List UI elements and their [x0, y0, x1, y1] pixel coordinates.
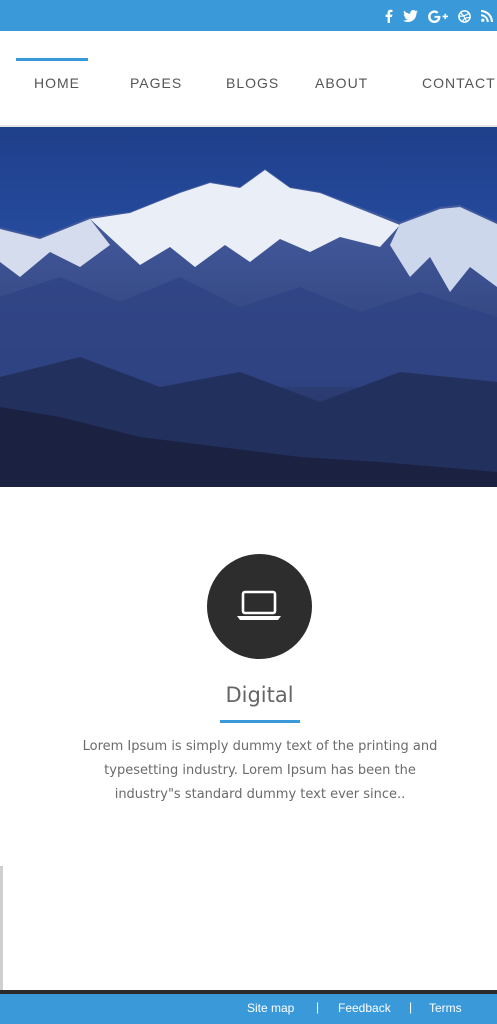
footer-separator: | — [409, 1000, 413, 1014]
footer-link-terms[interactable]: Terms — [429, 1001, 462, 1015]
left-divider — [0, 866, 3, 990]
social-icons — [385, 9, 493, 23]
dribbble-icon[interactable] — [458, 9, 471, 23]
feature-text-line: Lorem Ipsum is simply dummy text of the … — [82, 739, 438, 754]
google-plus-icon[interactable] — [428, 9, 448, 23]
feature-description: Lorem Ipsum is simply dummy text of the … — [80, 735, 440, 807]
nav-item-home[interactable]: HOME — [34, 75, 80, 91]
nav-item-blogs[interactable]: BLOGS — [226, 75, 279, 91]
main-nav: HOME PAGES BLOGS ABOUT CONTACT — [0, 31, 497, 127]
footer-link-sitemap[interactable]: Site map — [247, 1001, 294, 1015]
hero-image — [0, 127, 497, 487]
footer-separator: | — [316, 1000, 320, 1014]
rss-icon[interactable] — [481, 10, 493, 22]
feature-text-line: industry"s standard dummy text ever sinc… — [114, 787, 406, 802]
feature-icon-circle — [207, 554, 312, 659]
nav-item-contact[interactable]: CONTACT — [422, 75, 496, 91]
nav-item-pages[interactable]: PAGES — [130, 75, 182, 91]
feature-title-underline — [220, 720, 300, 723]
nav-item-about[interactable]: ABOUT — [315, 75, 368, 91]
twitter-icon[interactable] — [403, 10, 418, 22]
facebook-icon[interactable] — [385, 9, 393, 23]
footer-link-feedback[interactable]: Feedback — [338, 1001, 391, 1015]
footer: Site map | Feedback | Terms — [0, 994, 497, 1024]
feature-text-line: typesetting industry. Lorem Ipsum has be… — [104, 763, 416, 778]
top-bar — [0, 0, 497, 31]
nav-active-indicator — [16, 58, 88, 61]
feature-title: Digital — [225, 683, 294, 707]
